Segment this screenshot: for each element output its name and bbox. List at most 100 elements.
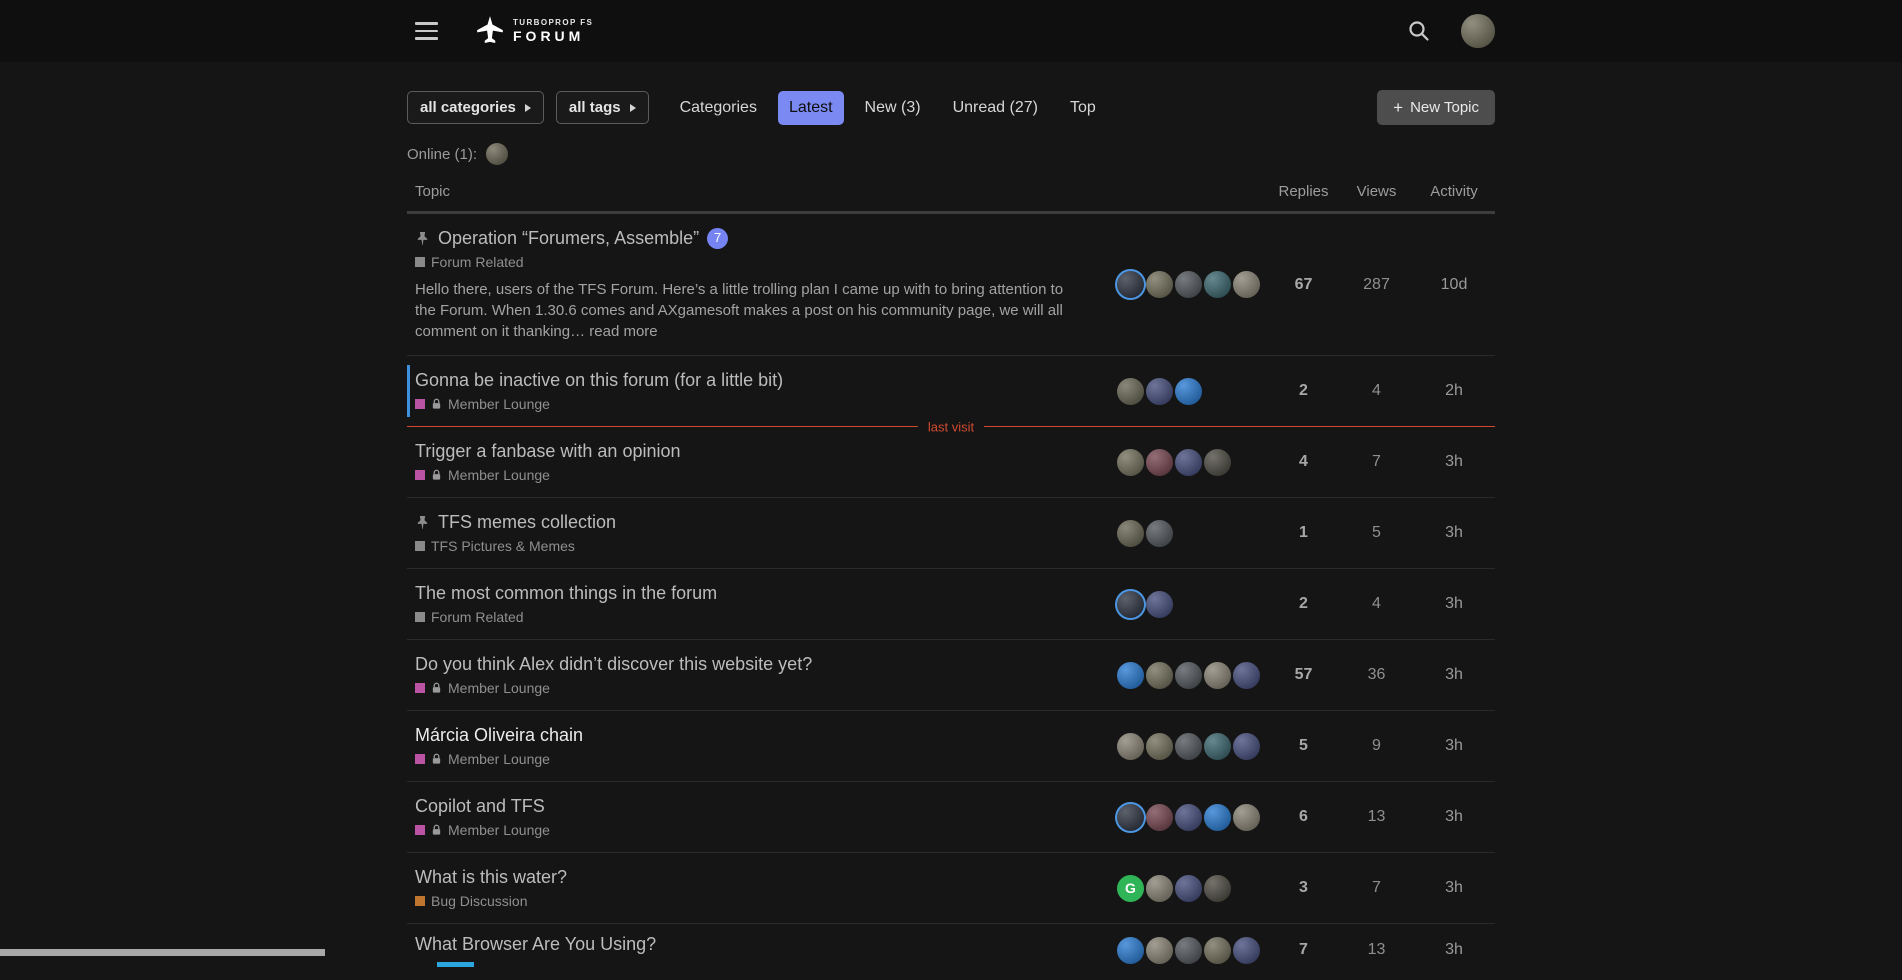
search-button[interactable] — [1403, 15, 1435, 47]
poster-avatar[interactable] — [1175, 804, 1202, 831]
replies-count: 3 — [1267, 879, 1340, 897]
topic-title-link[interactable]: Do you think Alex didn’t discover this w… — [415, 653, 812, 675]
poster-avatar[interactable] — [1204, 875, 1231, 902]
activity-time[interactable]: 3h — [1413, 941, 1495, 959]
poster-avatar[interactable] — [1204, 662, 1231, 689]
category-badge[interactable]: Bug Discussion — [415, 892, 1107, 910]
category-badge[interactable]: Member Lounge — [415, 821, 1107, 839]
topic-title-link[interactable]: Gonna be inactive on this forum (for a l… — [415, 369, 783, 391]
tag-filter-dropdown[interactable]: all tags — [556, 91, 649, 124]
poster-avatar[interactable] — [1175, 662, 1202, 689]
poster-avatar[interactable] — [1233, 271, 1260, 298]
topic-main: Copilot and TFS Member Lounge — [407, 795, 1107, 839]
topic-title-link[interactable]: Operation “Forumers, Assemble” — [438, 227, 699, 249]
poster-avatar[interactable] — [1204, 937, 1231, 964]
topic-title-link[interactable]: Trigger a fanbase with an opinion — [415, 440, 681, 462]
activity-time[interactable]: 2h — [1413, 382, 1495, 400]
poster-avatar[interactable] — [1117, 804, 1144, 831]
category-name: TFS Pictures & Memes — [431, 538, 575, 554]
replies-count: 67 — [1267, 276, 1340, 294]
category-badge[interactable]: TFS Pictures & Memes — [415, 537, 1107, 555]
poster-avatar[interactable] — [1146, 733, 1173, 760]
poster-avatar[interactable] — [1175, 937, 1202, 964]
activity-time[interactable]: 10d — [1413, 276, 1495, 294]
poster-avatar[interactable] — [486, 143, 508, 165]
views-column-header[interactable]: Views — [1340, 183, 1413, 200]
unread-count-badge[interactable]: 7 — [707, 228, 728, 249]
category-badge[interactable]: Member Lounge — [415, 395, 1107, 413]
posters — [1107, 271, 1267, 298]
topic-title-link[interactable]: Márcia Oliveira chain — [415, 724, 583, 746]
poster-avatar[interactable] — [1233, 804, 1260, 831]
activity-column-header[interactable]: Activity — [1413, 183, 1495, 200]
topic-title-link[interactable]: TFS memes collection — [438, 511, 616, 533]
poster-avatar[interactable] — [1117, 591, 1144, 618]
activity-time[interactable]: 3h — [1413, 453, 1495, 471]
poster-avatar[interactable] — [1146, 520, 1173, 547]
topic-title-line: The most common things in the forum — [415, 582, 1107, 604]
topic-title-link[interactable]: What Browser Are You Using? — [415, 933, 656, 955]
topic-row: What is this water?Bug DiscussionG373h — [407, 853, 1495, 924]
topic-title-link[interactable]: What is this water? — [415, 866, 567, 888]
poster-avatar[interactable] — [1204, 804, 1231, 831]
poster-avatar[interactable] — [1146, 937, 1173, 964]
nav-link-latest[interactable]: Latest — [778, 91, 844, 125]
views-count: 9 — [1340, 737, 1413, 755]
poster-avatar[interactable] — [1146, 591, 1173, 618]
poster-avatar[interactable] — [1146, 271, 1173, 298]
poster-avatar[interactable] — [1146, 875, 1173, 902]
site-logo[interactable]: TURBOPROP FS FORUM — [476, 15, 593, 48]
activity-time[interactable]: 3h — [1413, 595, 1495, 613]
replies-column-header[interactable]: Replies — [1267, 183, 1340, 200]
topic-column-header[interactable]: Topic — [407, 183, 1107, 200]
replies-count: 7 — [1267, 941, 1340, 959]
poster-avatar[interactable] — [1146, 449, 1173, 476]
nav-link-new-3[interactable]: New (3) — [854, 91, 932, 125]
category-badge[interactable]: Member Lounge — [415, 750, 1107, 768]
poster-avatar[interactable] — [1233, 937, 1260, 964]
poster-avatar[interactable] — [1204, 449, 1231, 476]
poster-avatar[interactable] — [1117, 378, 1144, 405]
poster-avatar[interactable] — [1204, 733, 1231, 760]
poster-avatar[interactable] — [1175, 378, 1202, 405]
category-color-square — [415, 683, 425, 693]
activity-time[interactable]: 3h — [1413, 666, 1495, 684]
poster-avatar[interactable] — [1146, 662, 1173, 689]
new-topic-button[interactable]: + New Topic — [1377, 90, 1495, 125]
nav-link-categories[interactable]: Categories — [669, 91, 768, 125]
poster-avatar[interactable] — [1117, 733, 1144, 760]
activity-time[interactable]: 3h — [1413, 879, 1495, 897]
poster-avatar[interactable] — [1117, 449, 1144, 476]
poster-avatar[interactable] — [1117, 271, 1144, 298]
category-badge[interactable]: Forum Related — [415, 253, 1107, 271]
category-badge[interactable]: Member Lounge — [415, 679, 1107, 697]
user-avatar[interactable] — [1461, 14, 1495, 48]
poster-avatar[interactable] — [1117, 662, 1144, 689]
activity-time[interactable]: 3h — [1413, 808, 1495, 826]
poster-avatar[interactable] — [1175, 449, 1202, 476]
poster-avatar[interactable] — [1146, 378, 1173, 405]
poster-avatar[interactable] — [1117, 937, 1144, 964]
category-filter-dropdown[interactable]: all categories — [407, 91, 544, 124]
poster-avatar[interactable] — [1175, 875, 1202, 902]
category-badge[interactable]: Member Lounge — [415, 466, 1107, 484]
activity-time[interactable]: 3h — [1413, 524, 1495, 542]
category-badge[interactable]: Forum Related — [415, 608, 1107, 626]
nav-link-unread-27[interactable]: Unread (27) — [942, 91, 1049, 125]
topic-nav: Categories Latest New (3) Unread (27) Top — [669, 91, 1117, 125]
poster-avatar[interactable] — [1117, 520, 1144, 547]
poster-avatar[interactable] — [1204, 271, 1231, 298]
hamburger-menu-button[interactable] — [407, 14, 446, 48]
nav-link-top[interactable]: Top — [1059, 91, 1107, 125]
poster-avatar[interactable] — [1175, 271, 1202, 298]
poster-avatar[interactable] — [1233, 733, 1260, 760]
poster-avatar[interactable] — [1175, 733, 1202, 760]
category-color-square — [415, 825, 425, 835]
poster-avatar[interactable]: G — [1117, 875, 1144, 902]
read-more-link[interactable]: read more — [589, 323, 657, 340]
topic-title-link[interactable]: The most common things in the forum — [415, 582, 717, 604]
topic-title-link[interactable]: Copilot and TFS — [415, 795, 545, 817]
poster-avatar[interactable] — [1233, 662, 1260, 689]
activity-time[interactable]: 3h — [1413, 737, 1495, 755]
poster-avatar[interactable] — [1146, 804, 1173, 831]
